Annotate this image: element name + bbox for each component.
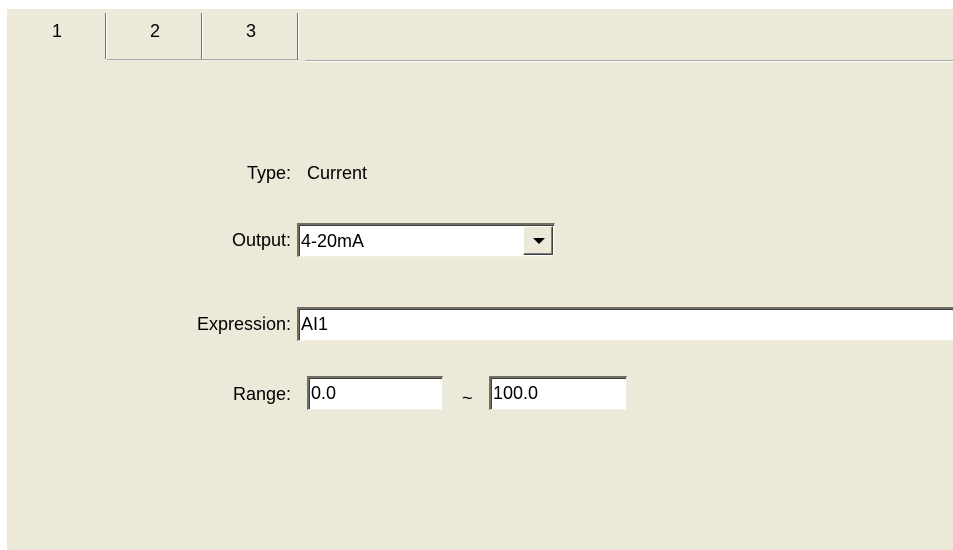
tab-bar: 1 2 3	[7, 9, 953, 67]
range-label: Range:	[232, 384, 291, 404]
type-value: Current	[307, 163, 368, 183]
settings-panel: 1 2 3 Type: Current Output: 4-20mA Expre…	[7, 9, 953, 550]
tab-3[interactable]: 3	[203, 9, 299, 60]
expression-input[interactable]	[299, 309, 953, 339]
tab-2[interactable]: 2	[107, 9, 203, 60]
range-min-field[interactable]	[307, 376, 443, 410]
chevron-down-icon	[533, 238, 545, 244]
tab-3-label: 3	[245, 21, 256, 41]
tab-2-label: 2	[149, 21, 160, 41]
output-select[interactable]: 4-20mA	[297, 223, 555, 257]
range-max-field[interactable]	[489, 376, 627, 410]
tab-baseline	[305, 61, 953, 62]
expression-field[interactable]	[297, 307, 953, 341]
output-dropdown-button[interactable]	[523, 226, 553, 255]
type-label: Type:	[246, 163, 291, 183]
expression-label: Expression:	[196, 314, 291, 334]
output-selected-value: 4-20mA	[301, 231, 365, 251]
output-label: Output:	[231, 230, 291, 250]
tab-1[interactable]: 1	[7, 9, 107, 63]
tab-1-label: 1	[51, 21, 62, 41]
range-max-input[interactable]	[491, 378, 626, 408]
range-min-input[interactable]	[309, 378, 442, 408]
tab-divider	[297, 13, 299, 59]
range-separator: ~	[462, 388, 473, 408]
